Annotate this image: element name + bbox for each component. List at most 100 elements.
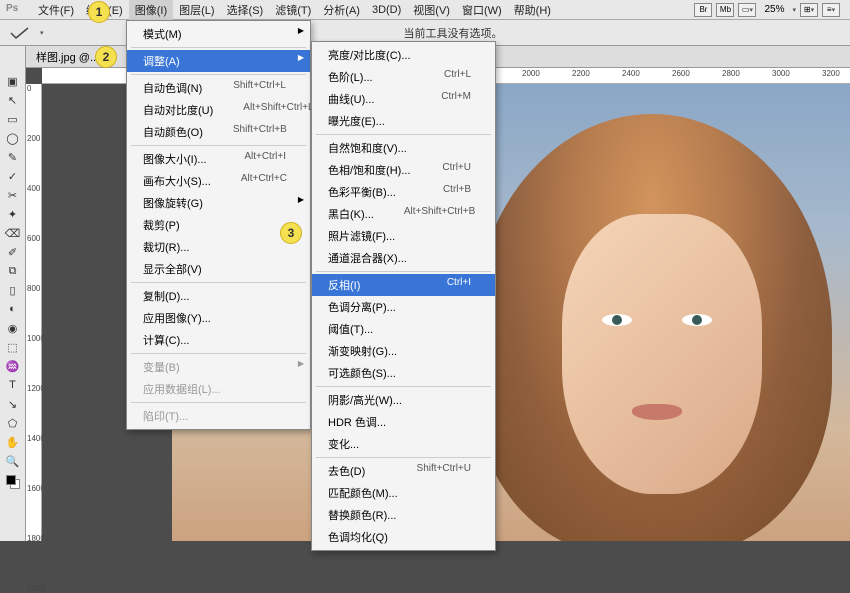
tool-2[interactable]: ▭ bbox=[3, 110, 23, 128]
tool-13[interactable]: ◉ bbox=[3, 319, 23, 337]
tool-10[interactable]: ⧉ bbox=[3, 262, 23, 280]
image-menu-item-19: 变量(B)▶ bbox=[127, 356, 310, 378]
image-menu-item-8[interactable]: 图像大小(I)...Alt+Ctrl+I bbox=[127, 148, 310, 170]
tool-17[interactable]: ↘ bbox=[3, 395, 23, 413]
menu-item-label: 阈值(T)... bbox=[328, 321, 373, 337]
menu-item-label: 图像大小(I)... bbox=[143, 151, 207, 167]
menu-file[interactable]: 文件(F) bbox=[32, 0, 80, 20]
tool-7[interactable]: ✦ bbox=[3, 205, 23, 223]
adjust-menu-item-13[interactable]: 色调分离(P)... bbox=[312, 296, 495, 318]
menu-item-shortcut: Shift+Ctrl+B bbox=[233, 124, 287, 140]
tool-4[interactable]: ✎ bbox=[3, 148, 23, 166]
menu-item-label: 自动色调(N) bbox=[143, 80, 202, 96]
menu-help[interactable]: 帮助(H) bbox=[508, 0, 557, 20]
adjust-menu-item-6[interactable]: 色相/饱和度(H)...Ctrl+U bbox=[312, 159, 495, 181]
image-menu-item-10[interactable]: 图像旋转(G)▶ bbox=[127, 192, 310, 214]
tool-12[interactable]: ◐ bbox=[3, 300, 23, 318]
tool-5[interactable]: ✓ bbox=[3, 167, 23, 185]
tool-16[interactable]: T bbox=[3, 376, 23, 394]
image-menu-item-5[interactable]: 自动对比度(U)Alt+Shift+Ctrl+L bbox=[127, 99, 310, 121]
image-menu-item-4[interactable]: 自动色调(N) Shift+Ctrl+L bbox=[127, 77, 310, 99]
adjust-menu-item-12[interactable]: 反相(I)Ctrl+I bbox=[312, 274, 495, 296]
menu-item-label: 显示全部(V) bbox=[143, 261, 202, 277]
menu-item-label: 替换颜色(R)... bbox=[328, 507, 396, 523]
tool-19[interactable]: ✋ bbox=[3, 433, 23, 451]
adjust-menu-item-25[interactable]: 色调均化(Q) bbox=[312, 526, 495, 548]
menu-3d[interactable]: 3D(D) bbox=[366, 2, 407, 18]
menu-analysis[interactable]: 分析(A) bbox=[317, 0, 366, 20]
image-menu-separator bbox=[131, 282, 306, 283]
menu-item-label: 变化... bbox=[328, 436, 359, 452]
menu-layer[interactable]: 图层(L) bbox=[173, 0, 220, 20]
menu-item-label: 通道混合器(X)... bbox=[328, 250, 407, 266]
adjust-menu-item-24[interactable]: 替换颜色(R)... bbox=[312, 504, 495, 526]
image-menu-item-2[interactable]: 调整(A)▶ bbox=[127, 50, 310, 72]
image-menu-separator bbox=[131, 74, 306, 75]
image-menu-item-15[interactable]: 复制(D)... bbox=[127, 285, 310, 307]
image-menu-separator bbox=[131, 47, 306, 48]
menu-item-label: 复制(D)... bbox=[143, 288, 189, 304]
menu-item-shortcut: Ctrl+B bbox=[443, 184, 471, 200]
adjust-menu-item-14[interactable]: 阈值(T)... bbox=[312, 318, 495, 340]
adjust-menu-item-20[interactable]: 变化... bbox=[312, 433, 495, 455]
image-menu-item-13[interactable]: 显示全部(V) bbox=[127, 258, 310, 280]
image-menu-separator bbox=[131, 353, 306, 354]
tool-18[interactable]: ⬠ bbox=[3, 414, 23, 432]
adjust-menu-item-22[interactable]: 去色(D)Shift+Ctrl+U bbox=[312, 460, 495, 482]
menu-item-label: HDR 色调... bbox=[328, 414, 386, 430]
tool-1[interactable]: ↖ bbox=[3, 91, 23, 109]
tool-9[interactable]: ✐ bbox=[3, 243, 23, 261]
menu-view[interactable]: 视图(V) bbox=[407, 0, 456, 20]
menu-item-label: 色阶(L)... bbox=[328, 69, 373, 85]
adjust-menu-item-3[interactable]: 曝光度(E)... bbox=[312, 110, 495, 132]
image-menu-item-9[interactable]: 画布大小(S)...Alt+Ctrl+C bbox=[127, 170, 310, 192]
tool-picker-arrow-icon[interactable]: ▾ bbox=[40, 29, 44, 37]
tool-0[interactable]: ▣ bbox=[3, 72, 23, 90]
workspace-switch-icon[interactable]: ≡▾ bbox=[822, 3, 840, 17]
submenu-arrow-icon: ▶ bbox=[298, 26, 304, 35]
menu-item-label: 色调均化(Q) bbox=[328, 529, 388, 545]
adjust-menu-item-2[interactable]: 曲线(U)...Ctrl+M bbox=[312, 88, 495, 110]
adjust-menu-item-9[interactable]: 照片滤镜(F)... bbox=[312, 225, 495, 247]
arrange-docs-icon[interactable]: ⊞▾ bbox=[800, 3, 818, 17]
tool-14[interactable]: ⬚ bbox=[3, 338, 23, 356]
tool-8[interactable]: ⌫ bbox=[3, 224, 23, 242]
adjust-menu-item-1[interactable]: 色阶(L)...Ctrl+L bbox=[312, 66, 495, 88]
tool-15[interactable]: ♒ bbox=[3, 357, 23, 375]
adjust-menu-item-10[interactable]: 通道混合器(X)... bbox=[312, 247, 495, 269]
zoom-level[interactable]: 25% bbox=[760, 4, 788, 15]
tool-20[interactable]: 🔍 bbox=[3, 452, 23, 470]
image-menu-item-16[interactable]: 应用图像(Y)... bbox=[127, 307, 310, 329]
image-menu-item-0[interactable]: 模式(M)▶ bbox=[127, 23, 310, 45]
adjust-menu-item-19[interactable]: HDR 色调... bbox=[312, 411, 495, 433]
color-swatches[interactable] bbox=[6, 475, 20, 489]
image-menu-item-6[interactable]: 自动颜色(O)Shift+Ctrl+B bbox=[127, 121, 310, 143]
document-tab[interactable]: 样图.jpg @... bbox=[36, 49, 99, 65]
menu-image[interactable]: 图像(I) bbox=[129, 0, 173, 20]
adjust-menu-item-23[interactable]: 匹配颜色(M)... bbox=[312, 482, 495, 504]
menu-window[interactable]: 窗口(W) bbox=[456, 0, 508, 20]
menu-item-label: 变量(B) bbox=[143, 359, 180, 375]
adjust-menu-item-0[interactable]: 亮度/对比度(C)... bbox=[312, 44, 495, 66]
menu-item-label: 亮度/对比度(C)... bbox=[328, 47, 411, 63]
menu-filter[interactable]: 滤镜(T) bbox=[269, 0, 317, 20]
adjust-menu-item-15[interactable]: 渐变映射(G)... bbox=[312, 340, 495, 362]
adjust-menu-item-8[interactable]: 黑白(K)...Alt+Shift+Ctrl+B bbox=[312, 203, 495, 225]
adjust-menu-item-7[interactable]: 色彩平衡(B)...Ctrl+B bbox=[312, 181, 495, 203]
launch-minibridge-icon[interactable]: Mb bbox=[716, 3, 734, 17]
tool-11[interactable]: ▯ bbox=[3, 281, 23, 299]
tool-3[interactable]: ◯ bbox=[3, 129, 23, 147]
ruler-vertical[interactable]: 0200400600800100012001400160018002000 bbox=[26, 84, 42, 541]
adjust-menu-item-18[interactable]: 阴影/高光(W)... bbox=[312, 389, 495, 411]
image-menu-separator bbox=[131, 402, 306, 403]
menu-select[interactable]: 选择(S) bbox=[221, 0, 270, 20]
menu-item-label: 调整(A) bbox=[143, 53, 180, 69]
adjust-menu-separator bbox=[316, 386, 491, 387]
image-menu-item-17[interactable]: 计算(C)... bbox=[127, 329, 310, 351]
adjust-menu-item-5[interactable]: 自然饱和度(V)... bbox=[312, 137, 495, 159]
menu-item-shortcut: Shift+Ctrl+L bbox=[233, 80, 286, 96]
tool-6[interactable]: ✂ bbox=[3, 186, 23, 204]
launch-bridge-icon[interactable]: Br bbox=[694, 3, 712, 17]
adjust-menu-item-16[interactable]: 可选颜色(S)... bbox=[312, 362, 495, 384]
screen-mode-icon[interactable]: ▭▾ bbox=[738, 3, 756, 17]
